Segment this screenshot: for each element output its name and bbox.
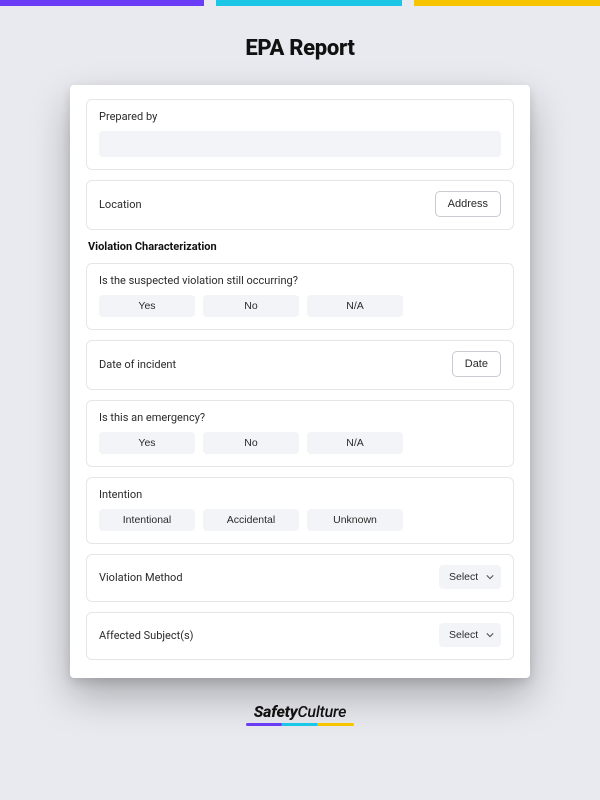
field-affected-subjects: Affected Subject(s) Select: [86, 612, 514, 660]
still-occurring-label: Is the suspected violation still occurri…: [99, 274, 501, 287]
date-button[interactable]: Date: [452, 351, 501, 377]
field-still-occurring: Is the suspected violation still occurri…: [86, 263, 514, 330]
field-date-of-incident: Date of incident Date: [86, 340, 514, 390]
location-label: Location: [99, 198, 142, 211]
field-intention: Intention Intentional Accidental Unknown: [86, 477, 514, 544]
field-emergency: Is this an emergency? Yes No N/A: [86, 400, 514, 467]
affected-subjects-select[interactable]: Select: [439, 623, 501, 647]
prepared-by-input[interactable]: [99, 131, 501, 157]
intention-label: Intention: [99, 488, 501, 501]
intention-option-intentional[interactable]: Intentional: [99, 509, 195, 531]
option-no[interactable]: No: [203, 295, 299, 317]
brand-logo: SafetyCulture: [246, 702, 354, 729]
brand-underline: [246, 723, 354, 726]
emergency-option-no[interactable]: No: [203, 432, 299, 454]
prepared-by-label: Prepared by: [99, 110, 501, 123]
violation-method-label: Violation Method: [99, 571, 183, 584]
option-na[interactable]: N/A: [307, 295, 403, 317]
emergency-label: Is this an emergency?: [99, 411, 501, 424]
field-location: Location Address: [86, 180, 514, 230]
footer: SafetyCulture: [0, 702, 600, 729]
emergency-option-na[interactable]: N/A: [307, 432, 403, 454]
accent-top-bar: [0, 0, 600, 6]
page-title: EPA Report: [0, 36, 600, 61]
intention-option-accidental[interactable]: Accidental: [203, 509, 299, 531]
field-prepared-by: Prepared by: [86, 99, 514, 170]
intention-option-unknown[interactable]: Unknown: [307, 509, 403, 531]
address-button[interactable]: Address: [435, 191, 501, 217]
option-yes[interactable]: Yes: [99, 295, 195, 317]
field-violation-method: Violation Method Select: [86, 554, 514, 602]
date-of-incident-label: Date of incident: [99, 358, 176, 371]
form-card: Prepared by Location Address Violation C…: [70, 85, 530, 678]
section-heading: Violation Characterization: [88, 240, 514, 253]
emergency-option-yes[interactable]: Yes: [99, 432, 195, 454]
brand-part1: Safety: [254, 702, 298, 721]
violation-method-select[interactable]: Select: [439, 565, 501, 589]
affected-subjects-label: Affected Subject(s): [99, 629, 194, 642]
brand-part2: Culture: [298, 702, 347, 721]
